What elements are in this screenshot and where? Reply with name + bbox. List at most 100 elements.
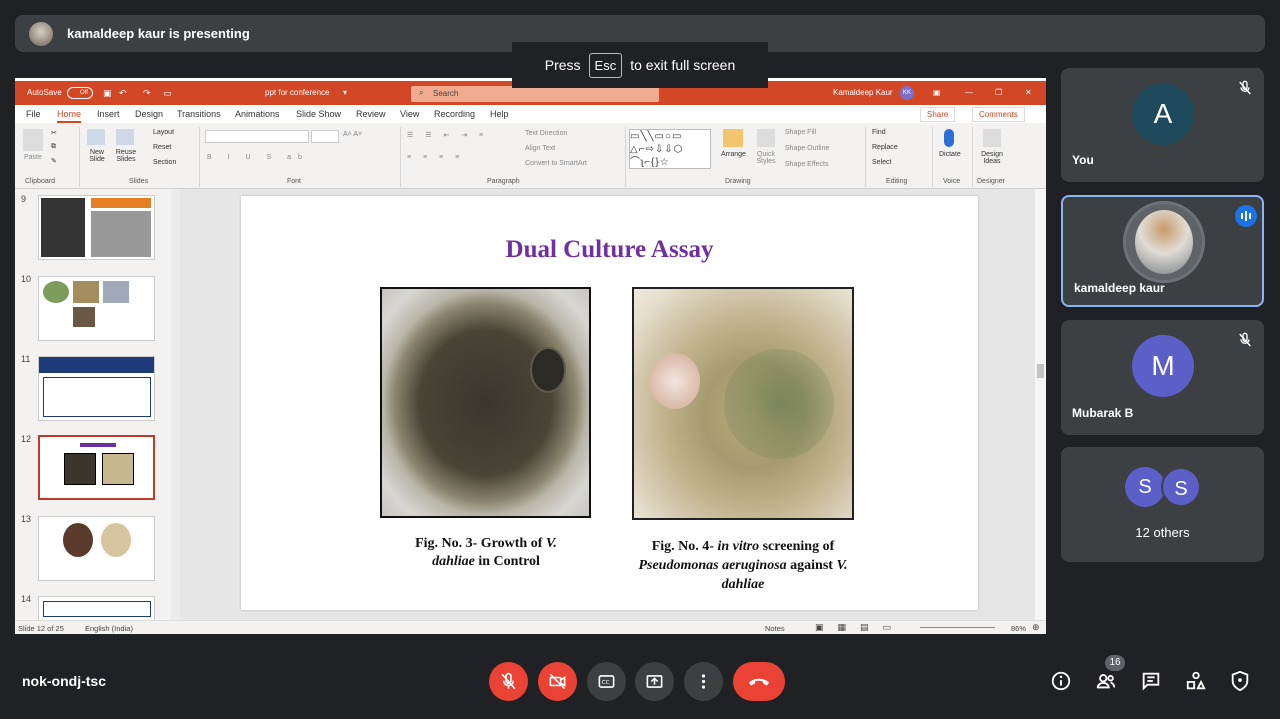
petri-dish-control-image[interactable] (380, 287, 591, 518)
current-slide[interactable]: Dual Culture Assay Fig. No. 3- Growth of… (241, 196, 978, 610)
arrange-icon[interactable] (723, 129, 743, 147)
search-input[interactable]: ⌕ Search (411, 86, 659, 102)
maximize-icon[interactable]: ❐ (995, 88, 1002, 97)
format-painter-icon[interactable]: ✎ (51, 157, 57, 165)
layout-button[interactable]: Layout (153, 129, 174, 136)
user-avatar[interactable]: KK (900, 86, 914, 100)
increase-font-icon[interactable]: A˄ A˅ (343, 131, 362, 138)
select-button[interactable]: Select (872, 159, 891, 166)
find-button[interactable]: Find (872, 129, 886, 136)
activities-icon[interactable] (1185, 670, 1207, 692)
reuse-slides-icon[interactable] (116, 129, 134, 145)
slide-thumbnail-13[interactable] (38, 516, 155, 581)
esc-press-text: Press (544, 57, 581, 73)
tab-design[interactable]: Design (135, 109, 163, 119)
quick-styles-label[interactable]: Quick Styles (752, 151, 780, 165)
present-icon[interactable]: ▭ (163, 88, 172, 99)
tab-home[interactable]: Home (57, 109, 82, 123)
figure-caption-left[interactable]: Fig. No. 3- Growth of V. dahliae in Cont… (391, 535, 581, 571)
share-button[interactable]: Share (920, 107, 956, 122)
slide-scrollbar[interactable] (1035, 189, 1046, 620)
design-ideas-icon[interactable] (983, 129, 1001, 147)
shape-fill-button[interactable]: Shape Fill (785, 129, 816, 136)
meeting-details-icon[interactable] (1050, 670, 1072, 692)
dictate-label[interactable]: Dictate (939, 151, 961, 158)
microphone-icon[interactable] (944, 129, 954, 147)
participant-tile-presenter[interactable]: kamaldeep kaur (1061, 195, 1264, 307)
tab-slide-show[interactable]: Slide Show (296, 109, 341, 119)
list-icons[interactable]: ☰ ☰ ⇤ ⇥ ≡ (407, 131, 488, 139)
tab-review[interactable]: Review (356, 109, 386, 119)
figure-caption-right[interactable]: Fig. No. 4- in vitro screening of Pseudo… (619, 537, 867, 594)
convert-smartart-button[interactable]: Convert to SmartArt (525, 160, 587, 167)
zoom-slider[interactable] (920, 627, 995, 628)
redo-icon[interactable]: ↷ (143, 88, 151, 99)
align-icons[interactable]: ≡ ≡ ≡ ≡ (407, 154, 464, 161)
quick-styles-icon[interactable] (757, 129, 775, 147)
people-count-badge: 16 (1105, 655, 1125, 671)
host-controls-icon[interactable] (1229, 670, 1251, 692)
shape-outline-button[interactable]: Shape Outline (785, 145, 829, 152)
design-ideas-label[interactable]: Design Ideas (977, 151, 1007, 165)
reset-button[interactable]: Reset (153, 144, 171, 151)
ribbon-display-icon[interactable]: ▣ (933, 88, 941, 97)
replace-button[interactable]: Replace (872, 144, 898, 151)
reuse-slides-label[interactable]: Reuse Slides (113, 149, 139, 163)
title-dropdown-icon[interactable]: ▾ (343, 88, 347, 97)
fit-slide-icon[interactable]: ⊕ (1032, 622, 1040, 633)
new-slide-icon[interactable] (87, 129, 105, 145)
undo-icon[interactable]: ↶ (119, 88, 127, 99)
captions-button[interactable]: CC (587, 662, 626, 701)
copy-icon[interactable]: ⧉ (51, 143, 56, 151)
tab-transitions[interactable]: Transitions (177, 109, 221, 119)
petri-dish-screening-image[interactable] (632, 287, 854, 520)
chat-icon[interactable] (1140, 670, 1162, 692)
tab-view[interactable]: View (400, 109, 419, 119)
minimize-icon[interactable]: — (965, 88, 973, 97)
more-options-button[interactable] (684, 662, 723, 701)
align-text-button[interactable]: Align Text (525, 145, 555, 152)
thumbnail-scrollbar[interactable] (171, 189, 180, 620)
close-icon[interactable]: ✕ (1025, 88, 1032, 97)
tab-insert[interactable]: Insert (97, 109, 120, 119)
tab-help[interactable]: Help (490, 109, 509, 119)
slide-thumbnail-12[interactable] (38, 435, 155, 500)
font-size-select[interactable] (311, 130, 339, 143)
autosave-toggle[interactable]: Off (67, 87, 93, 99)
slide-title[interactable]: Dual Culture Assay (241, 236, 978, 264)
language-indicator[interactable]: English (India) (85, 624, 133, 633)
new-slide-label[interactable]: New Slide (84, 149, 110, 163)
slide-thumbnail-9[interactable] (38, 195, 155, 260)
cut-icon[interactable]: ✂ (51, 129, 57, 137)
zoom-level[interactable]: 86% (1011, 624, 1026, 633)
mic-toggle-button[interactable] (489, 662, 528, 701)
document-title[interactable]: ppt for conference (265, 88, 329, 97)
tab-recording[interactable]: Recording (434, 109, 475, 119)
save-icon[interactable]: ▣ (103, 88, 112, 99)
paste-icon[interactable] (23, 129, 43, 151)
participant-tile-mubarak[interactable]: M Mubarak B (1061, 320, 1264, 435)
view-buttons-icon[interactable]: ▣▦▤▭ (815, 622, 905, 633)
font-family-select[interactable] (205, 130, 309, 143)
tab-animations[interactable]: Animations (235, 109, 280, 119)
font-format-icons[interactable]: B I U S ab (207, 154, 309, 161)
slide-thumbnail-10[interactable] (38, 276, 155, 341)
group-editing: Editing (886, 178, 908, 185)
people-icon[interactable] (1095, 670, 1117, 692)
paste-label[interactable]: Paste (24, 154, 42, 161)
presenter-avatar (29, 21, 53, 46)
section-button[interactable]: Section (153, 159, 176, 166)
tab-file[interactable]: File (26, 109, 41, 119)
shapes-gallery[interactable]: ▭╲╲▭○▭ △⌐⇨⇩⇩⬡ ⌒ʅ⌐{}☆ (629, 129, 711, 169)
present-now-button[interactable] (635, 662, 674, 701)
text-direction-button[interactable]: Text Direction (525, 130, 567, 137)
participant-tile-others[interactable]: S S 12 others (1061, 447, 1264, 562)
arrange-label[interactable]: Arrange (721, 151, 746, 158)
shape-effects-button[interactable]: Shape Effects (785, 161, 828, 168)
camera-toggle-button[interactable] (538, 662, 577, 701)
notes-button[interactable]: Notes (765, 624, 785, 633)
comments-button[interactable]: Comments (972, 107, 1025, 122)
participant-tile-you[interactable]: A You (1061, 68, 1264, 182)
leave-call-button[interactable] (733, 662, 785, 701)
slide-thumbnail-11[interactable] (38, 356, 155, 421)
